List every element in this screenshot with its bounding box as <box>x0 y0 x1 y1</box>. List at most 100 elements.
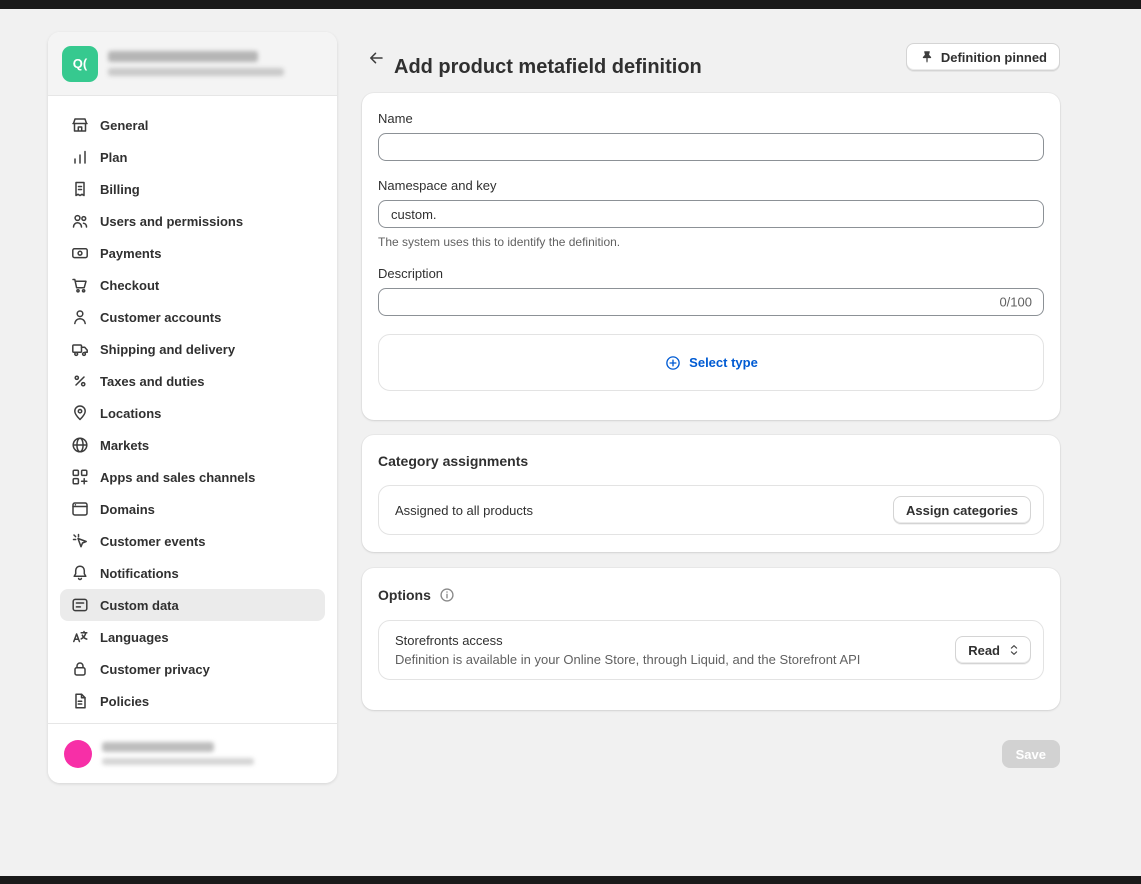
admin-bottom-bar <box>0 876 1141 884</box>
sidebar-item-label: Payments <box>100 246 161 261</box>
sidebar-item-markets[interactable]: Markets <box>60 429 325 461</box>
user-identity <box>102 742 254 765</box>
user-name-redacted <box>102 742 214 752</box>
document-icon <box>70 691 90 711</box>
sidebar-item-label: Customer privacy <box>100 662 210 677</box>
sidebar-item-customer-privacy[interactable]: Customer privacy <box>60 653 325 685</box>
sidebar-item-customer-events[interactable]: Customer events <box>60 525 325 557</box>
payments-icon <box>70 243 90 263</box>
storefronts-access-label: Storefronts access <box>395 633 860 648</box>
save-button[interactable]: Save <box>1002 740 1060 768</box>
sidebar-item-customer-accounts[interactable]: Customer accounts <box>60 301 325 333</box>
description-input[interactable] <box>378 288 1044 316</box>
sidebar-item-payments[interactable]: Payments <box>60 237 325 269</box>
user-account-row[interactable] <box>48 723 337 783</box>
category-assignments-title: Category assignments <box>378 453 1044 469</box>
category-assignments-card: Category assignments Assigned to all pro… <box>362 435 1060 552</box>
sidebar-item-shipping-and-delivery[interactable]: Shipping and delivery <box>60 333 325 365</box>
sidebar-item-apps-and-sales-channels[interactable]: Apps and sales channels <box>60 461 325 493</box>
sidebar-item-users-and-permissions[interactable]: Users and permissions <box>60 205 325 237</box>
sidebar-item-custom-data[interactable]: Custom data <box>60 589 325 621</box>
options-title: Options <box>378 587 431 603</box>
store-header[interactable]: Q( <box>48 32 337 96</box>
settings-sidebar: Q( General Plan Billing Users and permis <box>48 32 337 783</box>
options-card: Options Storefronts access Definition is… <box>362 568 1060 710</box>
plus-circle-icon <box>664 354 682 372</box>
assign-categories-button[interactable]: Assign categories <box>893 496 1031 524</box>
sidebar-item-label: Locations <box>100 406 161 421</box>
storefronts-access-select[interactable]: Read <box>955 636 1031 664</box>
apps-grid-icon <box>70 467 90 487</box>
arrow-left-icon <box>366 48 386 68</box>
namespace-label: Namespace and key <box>378 178 1044 193</box>
sidebar-item-label: Billing <box>100 182 140 197</box>
storefronts-access-text: Storefronts access Definition is availab… <box>395 633 860 667</box>
name-label: Name <box>378 111 1044 126</box>
cart-icon <box>70 275 90 295</box>
description-label: Description <box>378 266 1044 281</box>
sidebar-item-domains[interactable]: Domains <box>60 493 325 525</box>
sidebar-item-label: Markets <box>100 438 149 453</box>
page-title: Add product metafield definition <box>394 56 702 79</box>
percent-icon <box>70 371 90 391</box>
database-icon <box>70 595 90 615</box>
sidebar-item-taxes-and-duties[interactable]: Taxes and duties <box>60 365 325 397</box>
sidebar-item-label: General <box>100 118 148 133</box>
sidebar-item-policies[interactable]: Policies <box>60 685 325 717</box>
sidebar-item-label: Customer accounts <box>100 310 221 325</box>
sidebar-item-general[interactable]: General <box>60 109 325 141</box>
sidebar-item-label: Languages <box>100 630 169 645</box>
lock-icon <box>70 659 90 679</box>
sidebar-item-label: Users and permissions <box>100 214 243 229</box>
sidebar-item-checkout[interactable]: Checkout <box>60 269 325 301</box>
person-icon <box>70 307 90 327</box>
namespace-input[interactable] <box>378 200 1044 228</box>
admin-top-bar <box>0 0 1141 9</box>
store-name-redacted <box>108 51 258 62</box>
sidebar-item-label: Taxes and duties <box>100 374 205 389</box>
select-type-button[interactable]: Select type <box>658 353 764 373</box>
namespace-help-text: The system uses this to identify the def… <box>378 235 1044 249</box>
browser-icon <box>70 499 90 519</box>
location-pin-icon <box>70 403 90 423</box>
sidebar-item-billing[interactable]: Billing <box>60 173 325 205</box>
storefronts-access-value: Read <box>968 643 1000 658</box>
settings-page: Q( General Plan Billing Users and permis <box>0 0 1141 884</box>
sidebar-item-label: Policies <box>100 694 149 709</box>
chart-bars-icon <box>70 147 90 167</box>
user-email-redacted <box>102 758 254 765</box>
sidebar-item-label: Domains <box>100 502 155 517</box>
up-down-chevrons-icon <box>1006 642 1022 658</box>
sidebar-item-plan[interactable]: Plan <box>60 141 325 173</box>
sidebar-item-label: Custom data <box>100 598 179 613</box>
category-assignment-status: Assigned to all products <box>395 503 533 518</box>
sidebar-item-languages[interactable]: Languages <box>60 621 325 653</box>
cursor-click-icon <box>70 531 90 551</box>
users-icon <box>70 211 90 231</box>
back-button[interactable] <box>364 46 388 70</box>
sidebar-item-label: Shipping and delivery <box>100 342 235 357</box>
store-avatar: Q( <box>62 46 98 82</box>
storefronts-access-row: Storefronts access Definition is availab… <box>378 620 1044 680</box>
name-input[interactable] <box>378 133 1044 161</box>
sidebar-item-notifications[interactable]: Notifications <box>60 557 325 589</box>
category-assignment-row: Assigned to all products Assign categori… <box>378 485 1044 535</box>
sidebar-item-label: Checkout <box>100 278 159 293</box>
bell-icon <box>70 563 90 583</box>
description-field-group: Description 0/100 <box>378 266 1044 316</box>
receipt-icon <box>70 179 90 199</box>
info-circle-icon[interactable] <box>438 586 456 604</box>
storefronts-access-description: Definition is available in your Online S… <box>395 652 860 667</box>
pushpin-icon <box>919 49 935 65</box>
select-type-label: Select type <box>689 355 758 370</box>
store-url-redacted <box>108 68 284 76</box>
sidebar-item-label: Plan <box>100 150 127 165</box>
globe-icon <box>70 435 90 455</box>
select-type-box: Select type <box>378 334 1044 391</box>
sidebar-item-label: Notifications <box>100 566 179 581</box>
name-field-group: Name <box>378 111 1044 161</box>
truck-icon <box>70 339 90 359</box>
sidebar-item-locations[interactable]: Locations <box>60 397 325 429</box>
user-avatar <box>64 740 92 768</box>
definition-pinned-button[interactable]: Definition pinned <box>906 43 1060 71</box>
